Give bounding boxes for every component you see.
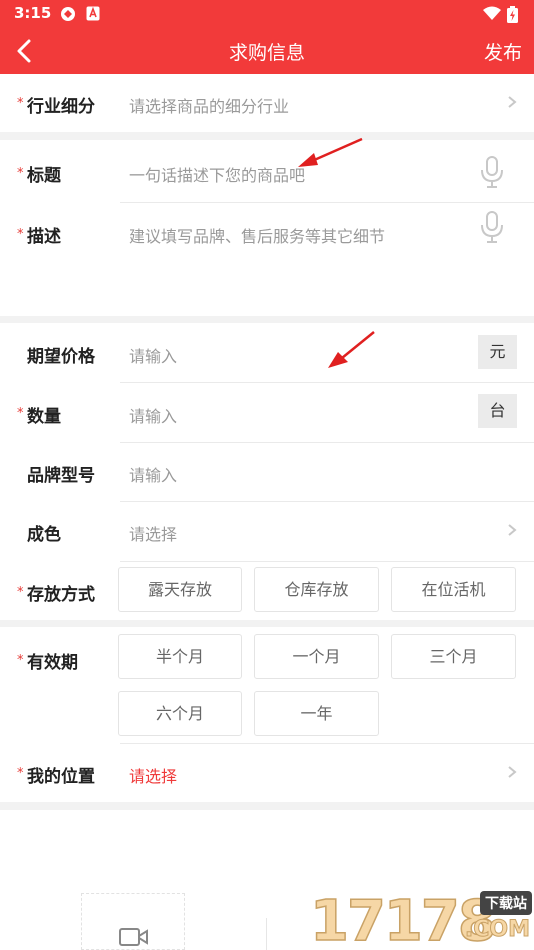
description-label: 描述 (27, 227, 61, 247)
location-row[interactable]: * 我的位置 请选择 (0, 744, 534, 802)
required-star: * (17, 406, 24, 421)
industry-placeholder: 请选择商品的细分行业 (129, 97, 290, 116)
video-camera-icon (119, 928, 148, 946)
required-star: * (17, 96, 24, 111)
quantity-label: 数量 (27, 407, 61, 427)
price-label: 期望价格 (27, 347, 95, 367)
publish-button[interactable]: 发布 (484, 38, 522, 65)
chevron-right-icon (508, 96, 517, 108)
industry-label: 行业细分 (27, 97, 95, 117)
watermark-tag: 下载站 (480, 891, 532, 915)
validity-option-half-month[interactable]: 半个月 (118, 634, 242, 679)
required-star: * (17, 766, 24, 781)
storage-option-in-place[interactable]: 在位活机 (391, 567, 516, 612)
storage-row: * 存放方式 露天存放 仓库存放 在位活机 (0, 562, 534, 620)
status-time: 3:15 (14, 4, 52, 22)
title-row: * 标题 一句话描述下您的商品吧 (0, 140, 534, 202)
watermark-suffix: .COM (464, 917, 530, 943)
price-input[interactable]: 请输入 (129, 343, 177, 367)
price-unit: 元 (478, 335, 517, 369)
validity-option-three-months[interactable]: 三个月 (391, 634, 516, 679)
industry-row[interactable]: * 行业细分 请选择商品的细分行业 (0, 74, 534, 132)
brand-model-input[interactable]: 请输入 (129, 462, 177, 486)
validity-row: * 有效期 半个月 一个月 三个月 六个月 一年 (0, 627, 534, 743)
validity-option-one-month[interactable]: 一个月 (254, 634, 379, 679)
annotation-arrow (298, 137, 363, 167)
location-label: 我的位置 (27, 767, 95, 787)
price-row: 期望价格 请输入 元 (0, 323, 534, 382)
location-placeholder: 请选择 (129, 767, 178, 786)
storage-option-outdoor[interactable]: 露天存放 (118, 567, 242, 612)
validity-label: 有效期 (27, 653, 78, 673)
chevron-right-icon (508, 524, 517, 536)
chevron-right-icon (508, 766, 517, 778)
title-description-section: * 标题 一句话描述下您的商品吧 * 描述 建议填写品牌、售后服务等其它细节 (0, 140, 534, 316)
required-star: * (17, 585, 24, 600)
brand-model-row: 品牌型号 请输入 (0, 443, 534, 501)
validity-option-six-months[interactable]: 六个月 (118, 691, 242, 736)
page-title: 求购信息 (228, 42, 305, 64)
brand-model-label: 品牌型号 (27, 466, 95, 486)
required-star: * (17, 227, 24, 242)
sync-icon (61, 7, 75, 21)
quantity-unit: 台 (478, 394, 517, 428)
add-video-button[interactable] (81, 893, 185, 950)
microphone-icon[interactable] (479, 156, 505, 188)
description-input[interactable]: 建议填写品牌、售后服务等其它细节 (129, 223, 385, 247)
status-bar: 3:15 (0, 0, 534, 28)
microphone-icon[interactable] (479, 211, 505, 243)
title-label: 标题 (27, 166, 61, 186)
quantity-input[interactable]: 请输入 (129, 403, 177, 427)
industry-section: * 行业细分 请选择商品的细分行业 (0, 74, 534, 132)
description-row: * 描述 建议填写品牌、售后服务等其它细节 (0, 203, 534, 316)
quantity-row: * 数量 请输入 台 (0, 383, 534, 442)
wifi-icon (483, 6, 501, 20)
battery-charging-icon (507, 6, 518, 23)
storage-option-warehouse[interactable]: 仓库存放 (254, 567, 379, 612)
app-notification-icon (86, 6, 100, 21)
required-star: * (17, 653, 24, 668)
nav-bar: 求购信息 发布 (0, 28, 534, 74)
validity-option-one-year[interactable]: 一年 (254, 691, 379, 736)
title-input[interactable]: 一句话描述下您的商品吧 (129, 162, 305, 186)
watermark-logo: 17178 下载站 .COM (309, 888, 534, 950)
condition-row[interactable]: 成色 请选择 (0, 502, 534, 561)
condition-placeholder: 请选择 (129, 525, 178, 544)
storage-label: 存放方式 (27, 585, 95, 605)
validity-location-section: * 有效期 半个月 一个月 三个月 六个月 一年 * 我的位置 请选择 (0, 627, 534, 802)
annotation-arrow (328, 331, 375, 368)
divider (266, 918, 267, 950)
required-star: * (17, 166, 24, 181)
condition-label: 成色 (27, 525, 61, 545)
product-details-section: 期望价格 请输入 元 * 数量 请输入 台 品牌型号 请输入 成色 请选择 * … (0, 323, 534, 620)
